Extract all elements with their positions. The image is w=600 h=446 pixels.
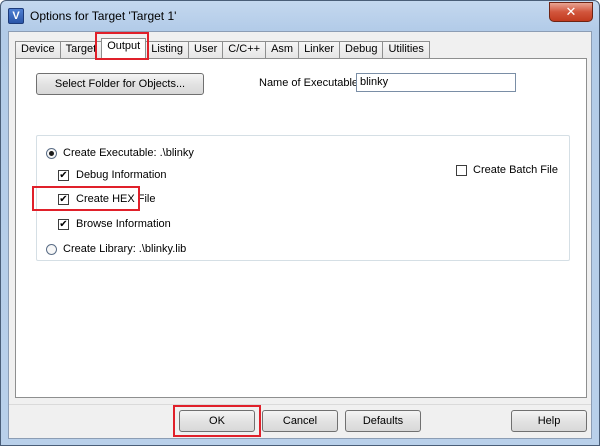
debug-information-checkbox[interactable]: ✔	[58, 170, 69, 181]
create-executable-label: Create Executable: .\blinky	[63, 147, 194, 159]
tab-c-cpp[interactable]: C/C++	[222, 41, 267, 58]
help-button[interactable]: Help	[511, 410, 587, 432]
tab-user[interactable]: User	[188, 41, 224, 58]
name-of-executable-input[interactable]: blinky	[356, 73, 516, 92]
tab-bar: Device Target Output Listing User C/C++ …	[15, 38, 430, 58]
create-hex-highlight-box	[32, 186, 140, 211]
app-icon: V	[8, 8, 24, 24]
window-title: Options for Target 'Target 1'	[30, 9, 177, 23]
tab-device[interactable]: Device	[15, 41, 61, 58]
debug-information-label: Debug Information	[76, 169, 167, 181]
create-executable-radio[interactable]	[46, 148, 57, 159]
cancel-button[interactable]: Cancel	[262, 410, 338, 432]
title-bar[interactable]: V Options for Target 'Target 1' ✕	[1, 1, 599, 31]
close-button[interactable]: ✕	[549, 2, 593, 22]
tab-utilities[interactable]: Utilities	[382, 41, 430, 58]
defaults-button[interactable]: Defaults	[345, 410, 421, 432]
create-library-label: Create Library: .\blinky.lib	[63, 243, 187, 255]
tab-asm[interactable]: Asm	[265, 41, 300, 58]
create-batch-file-checkbox[interactable]	[456, 165, 467, 176]
browse-information-checkbox[interactable]: ✔	[58, 219, 69, 230]
dialog-client: Device Target Output Listing User C/C++ …	[8, 31, 592, 439]
output-panel: Select Folder for Objects... Name of Exe…	[15, 58, 587, 398]
create-library-radio[interactable]	[46, 244, 57, 255]
tab-debug[interactable]: Debug	[339, 41, 384, 58]
select-folder-button[interactable]: Select Folder for Objects...	[36, 73, 204, 95]
browse-information-label: Browse Information	[76, 218, 171, 230]
output-tab-highlight-box	[95, 32, 149, 60]
options-dialog: V Options for Target 'Target 1' ✕ Device…	[0, 0, 600, 446]
ok-button-highlight-box	[173, 405, 261, 437]
tab-listing[interactable]: Listing	[145, 41, 190, 58]
tab-linker[interactable]: Linker	[298, 41, 341, 58]
name-of-executable-label: Name of Executable:	[259, 77, 362, 89]
footer-separator	[9, 404, 591, 405]
create-batch-file-label: Create Batch File	[473, 164, 558, 176]
